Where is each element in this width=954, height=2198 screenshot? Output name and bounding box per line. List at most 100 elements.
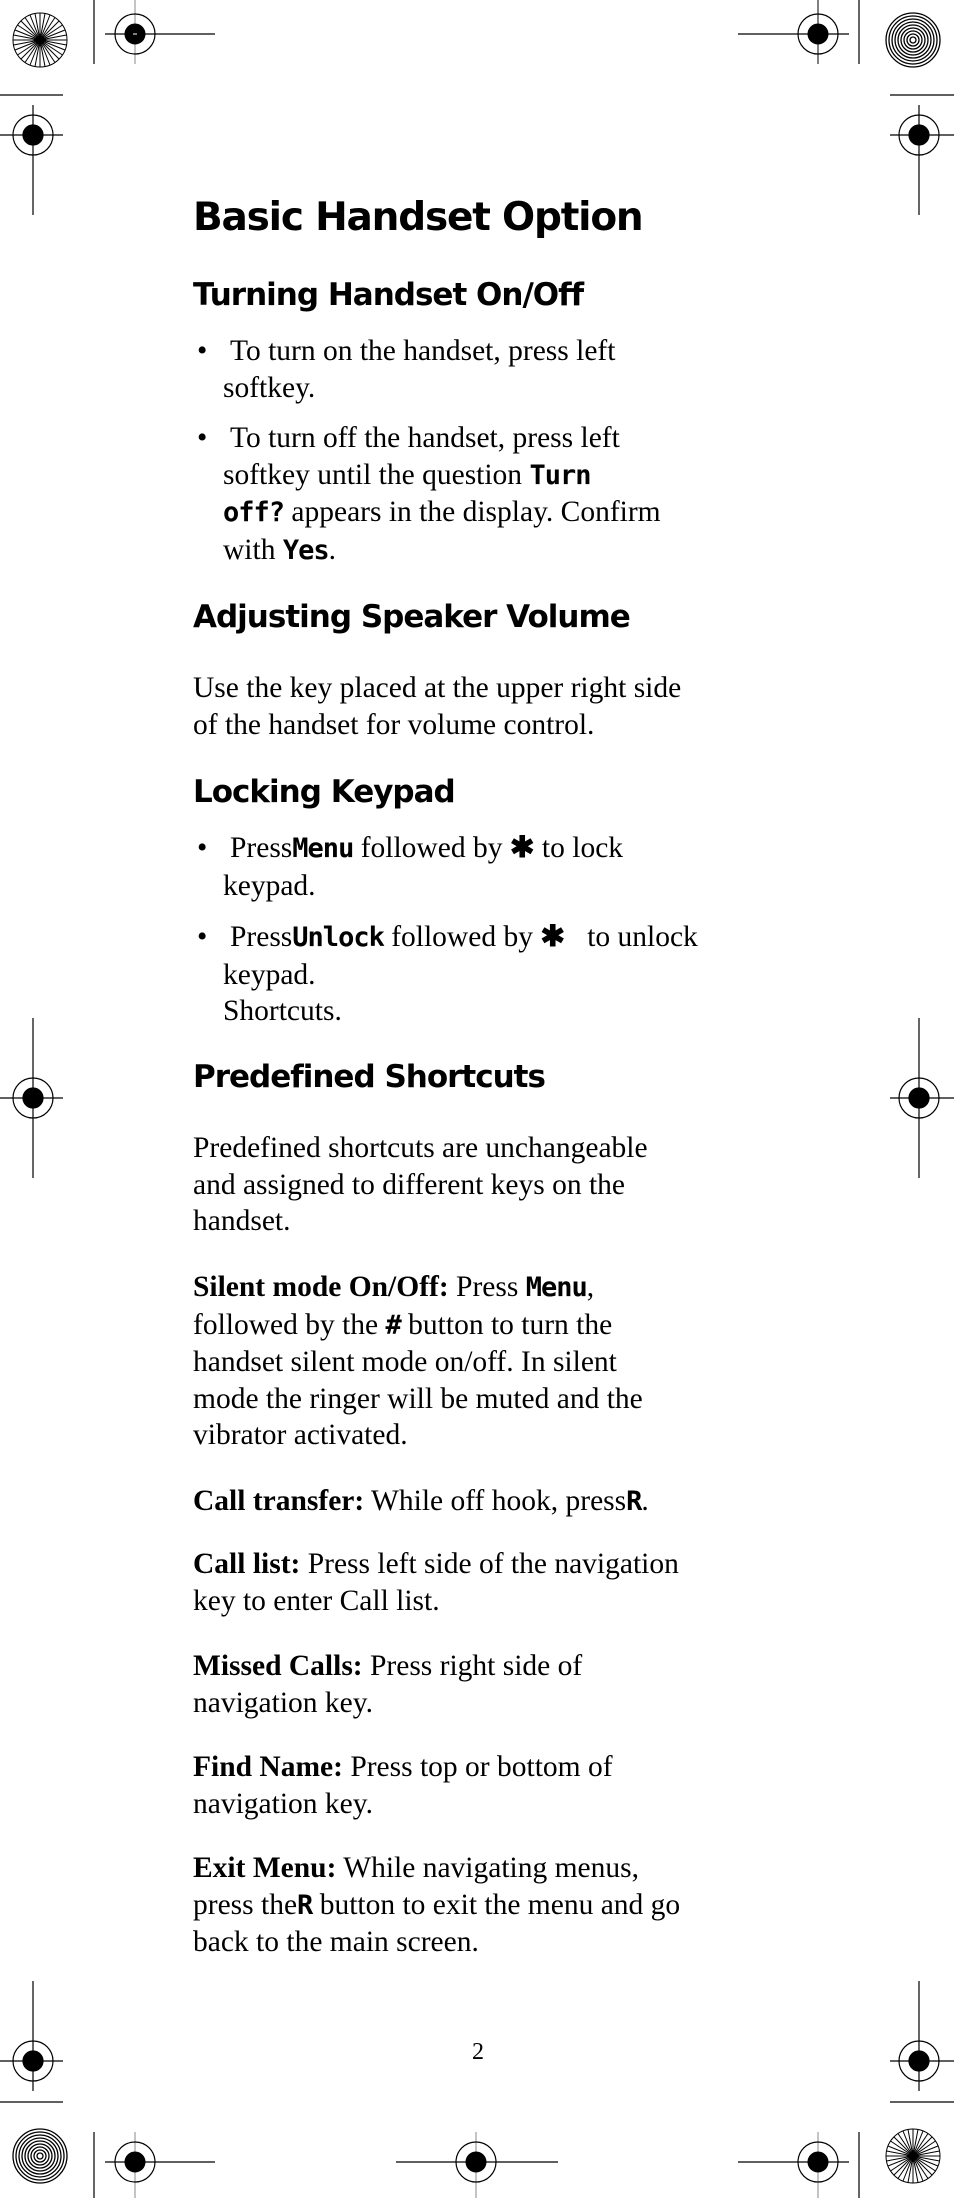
shortcut-label: Exit Menu: [193, 1852, 337, 1884]
paragraph: Use the key placed at the upper right si… [193, 670, 758, 743]
text-line: navigation key. [193, 1787, 373, 1820]
text-line: Predefined shortcuts are unchangeable [193, 1132, 648, 1164]
text: While off hook, press [364, 1485, 627, 1517]
text-line: handset silent mode on/off. In silent [193, 1346, 617, 1378]
crosshair-target-icon [738, 2132, 849, 2198]
section-heading-shortcuts: Predefined Shortcuts [193, 1059, 546, 1095]
text-line: Find Name: Press top or bottom of [193, 1749, 758, 1786]
starburst-icon [12, 12, 68, 68]
concentric-circles-icon [12, 2128, 68, 2184]
text-line: Call list: Press left side of the naviga… [193, 1546, 758, 1583]
shortcut-label: Missed Calls: [193, 1650, 363, 1682]
paragraph: Predefined shortcuts are unchangeable an… [193, 1130, 758, 1240]
crosshair-target-icon [105, 2132, 215, 2198]
text-line: of the handset for volume control. [193, 708, 595, 741]
text-line: vibrator activated. [193, 1419, 408, 1451]
text-line: press theR button to exit the menu and g… [193, 1887, 758, 1925]
text: followed by [383, 921, 541, 953]
star-key-icon: ✱ [540, 921, 566, 953]
bullet-text: keypad. [223, 958, 316, 991]
bullet-text: To turn off the handset, press left [230, 422, 620, 454]
r-key-icon: R [626, 1486, 642, 1517]
crosshair-target-icon [0, 105, 63, 215]
page-number: 2 [472, 2039, 484, 2065]
concentric-circles-icon [885, 12, 941, 68]
text: Press top or bottom of [342, 1751, 613, 1783]
section-heading-volume: Adjusting Speaker Volume [193, 599, 631, 635]
r-key-icon: R [297, 1889, 313, 1921]
text: followed by the [193, 1308, 386, 1341]
crosshair-target-icon [105, 0, 215, 64]
bullet-text: with Yes. [223, 532, 758, 570]
shortcut-missed-calls: Missed Calls: Press right side of naviga… [193, 1648, 758, 1721]
crosshair-target-icon [0, 1018, 63, 1178]
display-text: Menu [292, 833, 354, 864]
text: to lock [534, 832, 624, 864]
text: Press [230, 832, 293, 864]
bullet-icon: • [197, 832, 208, 864]
text-line: followed by the # button to turn the [193, 1307, 758, 1345]
display-text: Turn [529, 459, 591, 491]
section-heading-locking: Locking Keypad [193, 774, 456, 810]
shortcut-call-list: Call list: Press left side of the naviga… [193, 1546, 758, 1619]
text: Press right side of [362, 1650, 583, 1682]
text-line: Exit Menu: While navigating menus, [193, 1850, 758, 1887]
text-line: key to enter Call list. [193, 1584, 440, 1617]
section-heading-turning: Turning Handset On/Off [193, 277, 584, 313]
display-text: Yes [282, 534, 330, 566]
crosshair-target-icon [396, 2132, 558, 2198]
bullet-text: softkey until the question Turn [223, 457, 758, 495]
bullet-text: PressMenu followed by ✱ to lock [230, 830, 758, 868]
text-line: mode the ringer will be muted and the [193, 1382, 643, 1415]
list-item: • PressUnlock followed by ✱ to unlock ke… [193, 919, 758, 1030]
text-line: Call transfer: While off hook, pressR. [193, 1483, 758, 1521]
shortcut-label: Find Name: [193, 1751, 343, 1783]
manual-page: Basic Handset Option Turning Handset On/… [0, 0, 954, 2198]
text-line: back to the main screen. [193, 1926, 479, 1958]
text-line: Silent mode On/Off: Press Menu, [193, 1269, 758, 1307]
text: While navigating menus, [336, 1852, 639, 1884]
star-key-icon: ✱ [509, 832, 535, 864]
text: press the [193, 1888, 298, 1921]
text-line: and assigned to different keys on the [193, 1168, 626, 1201]
display-text: Unlock [292, 922, 385, 953]
crosshair-target-icon [890, 1981, 954, 2091]
bullet-text: Shortcuts. [223, 995, 342, 1027]
starburst-icon [885, 2128, 941, 2184]
text-line: Use the key placed at the upper right si… [193, 672, 682, 704]
text: Press left side of the navigation [300, 1548, 679, 1580]
text-line: navigation key. [193, 1686, 373, 1719]
text: with [223, 533, 283, 566]
text: . [641, 1485, 649, 1517]
crosshair-target-icon [0, 1981, 63, 2091]
text-line: handset. [193, 1205, 291, 1237]
display-text: Menu [525, 1272, 588, 1303]
shortcut-find-name: Find Name: Press top or bottom of naviga… [193, 1749, 758, 1822]
list-item: • To turn on the handset, press left sof… [193, 333, 758, 406]
shortcut-exit-menu: Exit Menu: While navigating menus, press… [193, 1850, 758, 1961]
bullet-text: off? appears in the display. Confirm [223, 494, 758, 532]
text-line: Missed Calls: Press right side of [193, 1648, 758, 1685]
bullet-text: keypad. [223, 869, 316, 902]
text: , [586, 1271, 595, 1303]
list-item: • To turn off the handset, press left so… [193, 420, 758, 569]
crosshair-target-icon [738, 0, 849, 64]
shortcut-call-transfer: Call transfer: While off hook, pressR. [193, 1483, 758, 1521]
hash-key-icon: # [385, 1309, 402, 1341]
crosshair-target-icon [890, 105, 954, 215]
bullet-text: softkey. [223, 371, 316, 404]
text: followed by [353, 832, 510, 864]
text: softkey until the question [223, 458, 530, 491]
page-title: Basic Handset Option [193, 195, 644, 240]
shortcut-label: Call list: [193, 1548, 301, 1580]
bullet-icon: • [197, 921, 208, 953]
bullet-text: PressUnlock followed by ✱ to unlock [230, 919, 758, 957]
text: button to turn the [400, 1308, 613, 1341]
shortcut-label: Call transfer: [193, 1485, 365, 1517]
display-text: off? [223, 497, 285, 528]
shortcut-silent-mode: Silent mode On/Off: Press Menu, followed… [193, 1269, 758, 1454]
text: to unlock [565, 921, 698, 953]
text: . [328, 533, 336, 566]
bullet-icon: • [197, 335, 208, 367]
bullet-text: To turn on the handset, press left [230, 335, 616, 367]
